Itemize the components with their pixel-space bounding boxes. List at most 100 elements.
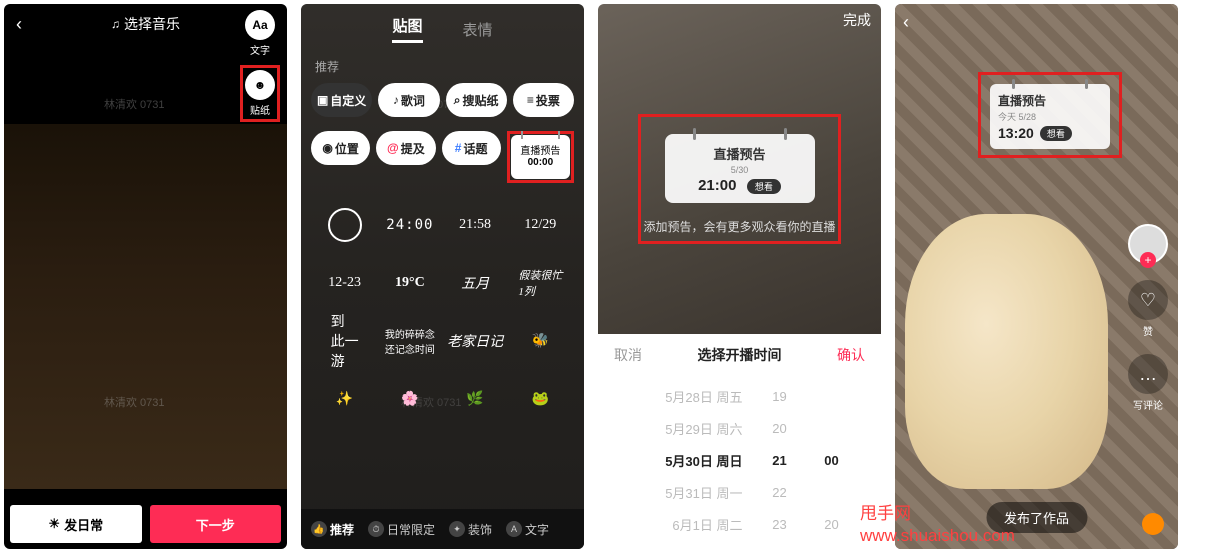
- thumbs-up-icon: 👍: [311, 521, 327, 537]
- sun-icon: ☀: [48, 516, 60, 532]
- sticker-handwriting-1[interactable]: 我的碎碎念还记念时间: [380, 315, 439, 367]
- clock-icon: ⏱: [368, 521, 384, 537]
- sticker-calligraphy-2[interactable]: 假装很忙1列: [511, 257, 570, 309]
- location-chip[interactable]: ◉ 位置: [311, 131, 370, 165]
- sticker-handwriting-2[interactable]: 老家日记: [446, 315, 505, 367]
- picker-title: 选择开播时间: [698, 345, 782, 365]
- broadcast-preview-chip[interactable]: 直播预告 00:00: [511, 135, 570, 179]
- time-picker-wheel[interactable]: 5月28日 周五19 5月29日 周六20 5月30日 周日2100 5月31日…: [598, 376, 881, 540]
- next-step-button[interactable]: 下一步: [150, 505, 282, 543]
- tool-text[interactable]: Aa 文字: [245, 10, 275, 57]
- sticker-row-1: ▣ 自定义 ♪ 歌词 ⌕ 搜贴纸 ≡ 投票: [301, 79, 584, 121]
- sticker-clock-time[interactable]: 21:58: [446, 199, 505, 251]
- screen-feed-video: ‹ 直播预告 今天 5/28 13:20 想看 ♡ 赞 … 写评论 发布了作品: [895, 4, 1178, 549]
- lyrics-label: 歌词: [401, 92, 425, 109]
- self-define-chip[interactable]: ▣ 自定义: [311, 83, 372, 117]
- picker-row: 5月28日 周五19: [598, 380, 881, 412]
- highlight-box-sticker: ☻ 贴纸: [240, 65, 280, 122]
- choose-music-label: 选择音乐: [124, 14, 180, 34]
- editor-bottom-bar: ☀ 发日常 下一步: [10, 505, 281, 543]
- sticker-frog[interactable]: 🐸: [511, 373, 570, 425]
- topic-label: 话题: [463, 140, 487, 157]
- sticker-grass[interactable]: 🌿: [446, 373, 505, 425]
- tool-text-label: 文字: [250, 42, 270, 57]
- confirm-button[interactable]: 确认: [837, 345, 865, 365]
- sticker-bottom-nav: 👍 推荐 ⏱ 日常限定 ✦ 装饰 A 文字: [301, 509, 584, 549]
- self-define-label: 自定义: [330, 92, 366, 109]
- text-icon: A: [506, 521, 522, 537]
- sticker-clock-flip[interactable]: 24:00: [380, 199, 439, 251]
- sticker-temperature[interactable]: 19°C: [380, 257, 439, 309]
- poll-chip[interactable]: ≡ 投票: [513, 83, 574, 117]
- hash-icon: #: [455, 141, 462, 155]
- picker-row: 6月1日 周二2320: [598, 508, 881, 540]
- comment-icon: …: [1128, 354, 1168, 394]
- sticker-clock-circle[interactable]: [315, 199, 374, 251]
- nav-text-label: 文字: [525, 521, 549, 538]
- search-sticker-chip[interactable]: ⌕ 搜贴纸: [446, 83, 507, 117]
- back-icon[interactable]: ‹: [4, 14, 34, 35]
- editor-preview-image: [4, 124, 287, 489]
- nav-daily-limited[interactable]: ⏱ 日常限定: [368, 521, 435, 538]
- nav-decoration-label: 装饰: [468, 521, 492, 538]
- time-picker-sheet: 取消 选择开播时间 确认 5月28日 周五19 5月29日 周六20 5月30日…: [598, 334, 881, 549]
- screen-editor: ‹ ♫ 选择音乐 Aa 文字 ☻ 贴纸 ◐ 特效 ◯ 滤镜 林清欢 0731 林…: [4, 4, 287, 549]
- sticker-seal-1[interactable]: 到此一游: [315, 315, 374, 367]
- back-icon[interactable]: ‹: [903, 12, 909, 33]
- sticker-row-2: ◉ 位置 @ 提及 # 话题 直播预告 00:00: [301, 127, 584, 187]
- watermark-text: 林清欢 0731: [104, 394, 165, 410]
- post-daily-button[interactable]: ☀ 发日常: [10, 505, 142, 543]
- highlight-box-broadcast: 直播预告 00:00: [507, 131, 574, 183]
- tool-sticker[interactable]: ☻ 贴纸: [245, 70, 275, 117]
- tool-sticker-label: 贴纸: [250, 102, 270, 117]
- sticker-flower[interactable]: 🌸: [380, 373, 439, 425]
- like-label: 赞: [1143, 323, 1153, 338]
- text-icon: Aa: [245, 10, 275, 40]
- post-daily-label: 发日常: [64, 515, 103, 534]
- topic-chip[interactable]: # 话题: [442, 131, 501, 165]
- nav-recommend-label: 推荐: [330, 521, 354, 538]
- author-avatar[interactable]: [1128, 224, 1168, 264]
- sticker-calligraphy-1[interactable]: 五月: [446, 257, 505, 309]
- sparkle-icon: ✦: [449, 521, 465, 537]
- sticker-date-dash[interactable]: 12-23: [315, 257, 374, 309]
- screen-sticker-panel: 林清欢 0731 林清欢 0731 贴图 表情 推荐 ▣ 自定义 ♪ 歌词 ⌕ …: [301, 4, 584, 549]
- sticker-tabs: 贴图 表情: [301, 4, 584, 54]
- like-button[interactable]: ♡ 赞: [1128, 280, 1168, 338]
- tab-sticker[interactable]: 贴图: [392, 15, 422, 43]
- nav-recommend[interactable]: 👍 推荐: [311, 521, 354, 538]
- sticker-icon: ☻: [245, 70, 275, 100]
- mention-chip[interactable]: @ 提及: [376, 131, 435, 165]
- comment-button[interactable]: … 写评论: [1128, 354, 1168, 412]
- screen-schedule-picker: 完成 直播预告 5/30 21:00 想看 添加预告，会有更多观众看你的直播 取…: [598, 4, 881, 549]
- lyrics-chip[interactable]: ♪ 歌词: [378, 83, 439, 117]
- publish-toast: 发布了作品: [986, 502, 1087, 533]
- music-note-icon: ♫: [111, 17, 120, 31]
- time-picker-header: 取消 选择开播时间 确认: [598, 334, 881, 376]
- tab-emoji[interactable]: 表情: [463, 19, 493, 40]
- nav-decoration[interactable]: ✦ 装饰: [449, 521, 492, 538]
- sticker-bee[interactable]: 🐝: [511, 315, 570, 367]
- poll-label: 投票: [536, 92, 560, 109]
- mention-icon: @: [387, 141, 399, 155]
- nav-text[interactable]: A 文字: [506, 521, 549, 538]
- sticker-grid: 24:00 21:58 12/29 12-23 19°C 五月 假装很忙1列 到…: [301, 193, 584, 431]
- picker-row: 5月31日 周一22: [598, 476, 881, 508]
- watermark-text: 林清欢 0731: [104, 96, 165, 112]
- sticker-date-slash[interactable]: 12/29: [511, 199, 570, 251]
- done-button[interactable]: 完成: [843, 10, 871, 30]
- search-sticker-label: 搜贴纸: [462, 92, 498, 109]
- broadcast-time: 00:00: [528, 157, 554, 168]
- broadcast-label: 直播预告: [520, 146, 560, 157]
- section-recommend-label: 推荐: [301, 54, 584, 79]
- choose-music[interactable]: ♫ 选择音乐: [111, 14, 180, 34]
- image-icon: ▣: [317, 93, 328, 107]
- sticker-sparkle[interactable]: ✨: [315, 373, 374, 425]
- highlight-box-card: [978, 72, 1122, 158]
- picker-row-selected: 5月30日 周日2100: [598, 444, 881, 476]
- pin-icon: ◉: [322, 141, 332, 155]
- picker-row: 5月29日 周六20: [598, 412, 881, 444]
- music-disc-icon[interactable]: [1142, 513, 1164, 535]
- cancel-button[interactable]: 取消: [614, 345, 642, 365]
- comment-label: 写评论: [1133, 397, 1163, 412]
